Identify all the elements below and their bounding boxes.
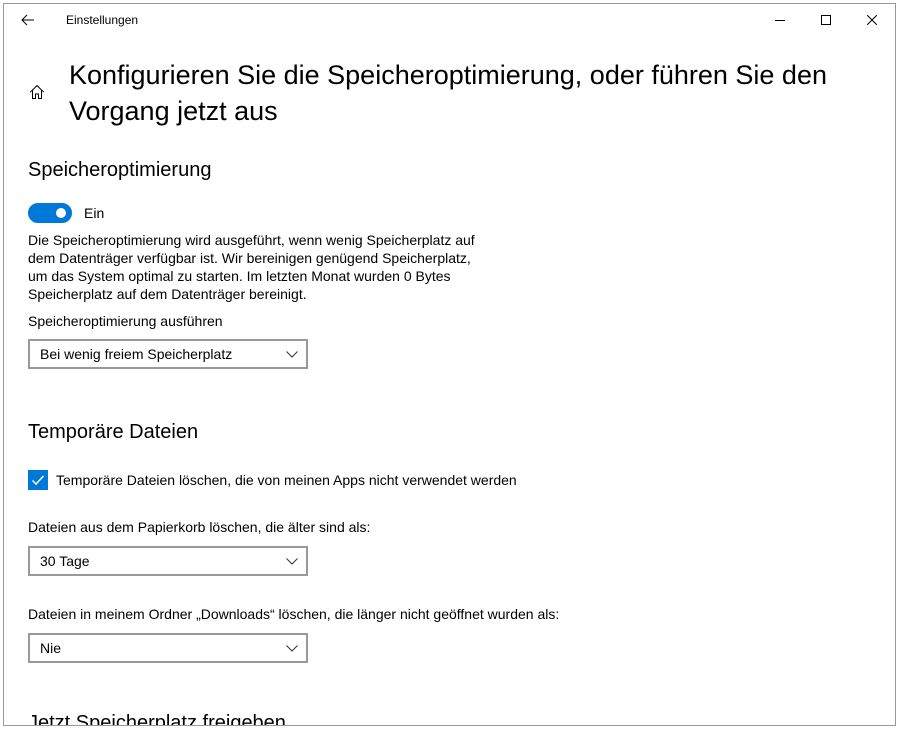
home-button[interactable] [21, 76, 53, 108]
settings-content[interactable]: Konfigurieren Sie die Speicheroptimierun… [4, 36, 895, 725]
downloads-label: Dateien in meinem Ordner „Downloads“ lös… [28, 606, 560, 622]
run-storage-sense-dropdown[interactable]: Bei wenig freiem Speicherplatz [28, 339, 308, 369]
checkmark-icon [31, 475, 45, 486]
delete-temp-files-label[interactable]: Temporäre Dateien löschen, die von meine… [56, 470, 517, 490]
temp-files-heading: Temporäre Dateien [28, 421, 199, 443]
dropdown-selected-value: 30 Tage [40, 553, 90, 569]
chevron-down-icon [286, 558, 298, 565]
recycle-bin-label: Dateien aus dem Papierkorb löschen, die … [28, 519, 371, 535]
toggle-knob [56, 208, 66, 218]
minimize-icon [775, 20, 785, 21]
title-bar: Einstellungen [4, 4, 895, 36]
recycle-bin-age-dropdown[interactable]: 30 Tage [28, 546, 308, 576]
downloads-age-dropdown[interactable]: Nie [28, 633, 308, 663]
description-line: Die Speicheroptimierung wird ausgeführt,… [28, 232, 475, 248]
chevron-down-icon [286, 351, 298, 358]
dropdown-selected-value: Bei wenig freiem Speicherplatz [40, 346, 233, 362]
back-arrow-icon [21, 14, 34, 26]
back-button[interactable] [4, 4, 52, 36]
description-line: um das System optimal zu starten. Im let… [28, 268, 451, 284]
dropdown-selected-value: Nie [40, 640, 62, 656]
description-line: dem Datenträger verfügbar ist. Wir berei… [28, 250, 471, 266]
close-button[interactable] [849, 4, 895, 36]
maximize-button[interactable] [803, 4, 849, 36]
maximize-icon [821, 15, 831, 25]
close-icon [867, 15, 877, 25]
home-icon [29, 84, 45, 99]
storage-sense-toggle[interactable] [28, 203, 72, 223]
storage-sense-description: Die Speicheroptimierung wird ausgeführt,… [28, 231, 475, 303]
storage-sense-heading: Speicheroptimierung [28, 159, 212, 181]
minimize-button[interactable] [757, 4, 803, 36]
free-space-now-heading: Jetzt Speicherplatz freigeben [28, 712, 286, 725]
chevron-down-icon [286, 645, 298, 652]
window-title: Einstellungen [66, 13, 139, 27]
page-title: Konfigurieren Sie die Speicheroptimierun… [69, 57, 827, 129]
description-line: Speicherplatz auf dem Datenträger berein… [28, 286, 307, 302]
settings-window: Einstellungen Konfigurieren Sie die Spei… [3, 3, 896, 726]
run-storage-sense-label: Speicheroptimierung ausführen [28, 313, 223, 329]
page-title-line: Konfigurieren Sie die Speicheroptimierun… [69, 60, 827, 90]
delete-temp-files-checkbox[interactable] [28, 470, 48, 490]
page-title-line: Vorgang jetzt aus [69, 96, 278, 126]
toggle-state-label: Ein [84, 205, 105, 221]
